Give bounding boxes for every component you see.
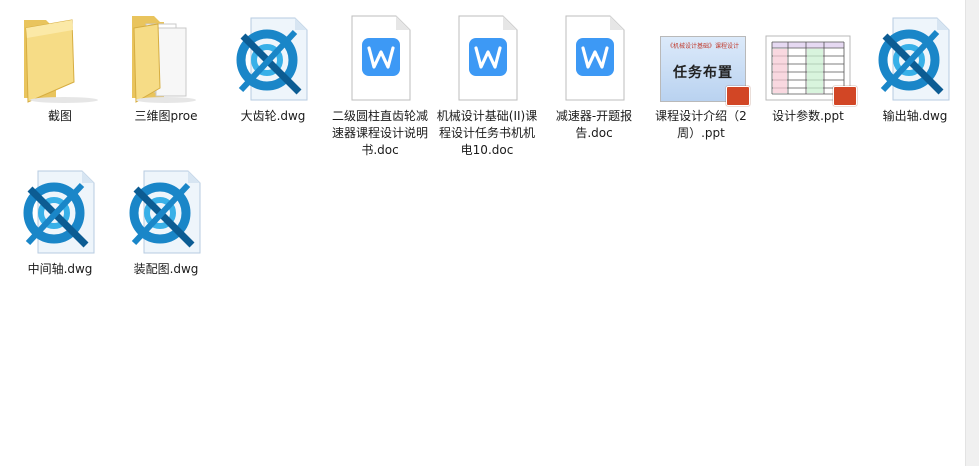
- file-name: 三维图proe: [134, 109, 198, 123]
- file-item-renwushu-doc[interactable]: 机械设计基础(II)课程设计任务书机机电10.doc: [434, 10, 540, 159]
- cad-dwg-icon: [118, 163, 214, 259]
- slide-thumbnail-heading: 任务布置: [673, 65, 733, 81]
- file-name: 大齿轮.dwg: [240, 109, 306, 123]
- file-item-zhongjianzhou-dwg[interactable]: 中间轴.dwg: [7, 163, 113, 278]
- file-item-zhuangpeitu-dwg[interactable]: 装配图.dwg: [113, 163, 219, 278]
- cad-dwg-icon: [12, 163, 108, 259]
- cad-dwg-icon: [867, 10, 963, 106]
- file-item-shuomingshu-doc[interactable]: 二级圆柱直齿轮减速器课程设计说明书.doc: [327, 10, 433, 159]
- ppt-badge-icon: [726, 86, 750, 106]
- file-list-pane: 截图 三维图proe 大齿轮.dwg 二级圆柱直齿轮减速器课程设计说明书.doc…: [0, 0, 966, 466]
- file-item-dachilun-dwg[interactable]: 大齿轮.dwg: [220, 10, 326, 125]
- wps-writer-icon: [546, 10, 642, 106]
- ppt-table-thumbnail-icon: [760, 10, 857, 106]
- file-item-shejicanshu-ppt[interactable]: 设计参数.ppt: [755, 10, 861, 125]
- file-name: 二级圆柱直齿轮减速器课程设计说明书.doc: [331, 109, 428, 157]
- file-name: 截图: [47, 109, 72, 123]
- file-name: 输出轴.dwg: [882, 109, 948, 123]
- file-item-kechengjieshao-ppt[interactable]: 《机械设计基础》课程设计 任务布置 课程设计介绍（2周）.ppt: [648, 10, 754, 142]
- wps-writer-icon: [439, 10, 535, 106]
- file-name: 机械设计基础(II)课程设计任务书机机电10.doc: [436, 109, 538, 157]
- file-name: 减速器-开题报告.doc: [555, 109, 633, 140]
- vertical-scrollbar[interactable]: [965, 0, 979, 466]
- ppt-thumbnail-icon: 《机械设计基础》课程设计 任务布置: [653, 10, 750, 106]
- file-name: 课程设计介绍（2周）.ppt: [655, 109, 747, 140]
- file-name: 设计参数.ppt: [772, 109, 844, 123]
- wps-writer-icon: [332, 10, 428, 106]
- file-item-kaitibaogao-doc[interactable]: 减速器-开题报告.doc: [541, 10, 647, 142]
- ppt-badge-icon: [833, 86, 857, 106]
- file-item-folder-sanweitu[interactable]: 三维图proe: [113, 10, 219, 125]
- file-name: 中间轴.dwg: [27, 262, 93, 276]
- folder-with-documents-icon: [118, 10, 214, 106]
- file-name: 装配图.dwg: [133, 262, 199, 276]
- file-item-shuchuzhou-dwg[interactable]: 输出轴.dwg: [862, 10, 968, 125]
- cad-dwg-icon: [225, 10, 321, 106]
- slide-thumbnail-title: 《机械设计基础》课程设计: [666, 43, 739, 50]
- folder-icon: [12, 10, 108, 106]
- file-item-folder-jietu[interactable]: 截图: [7, 10, 113, 125]
